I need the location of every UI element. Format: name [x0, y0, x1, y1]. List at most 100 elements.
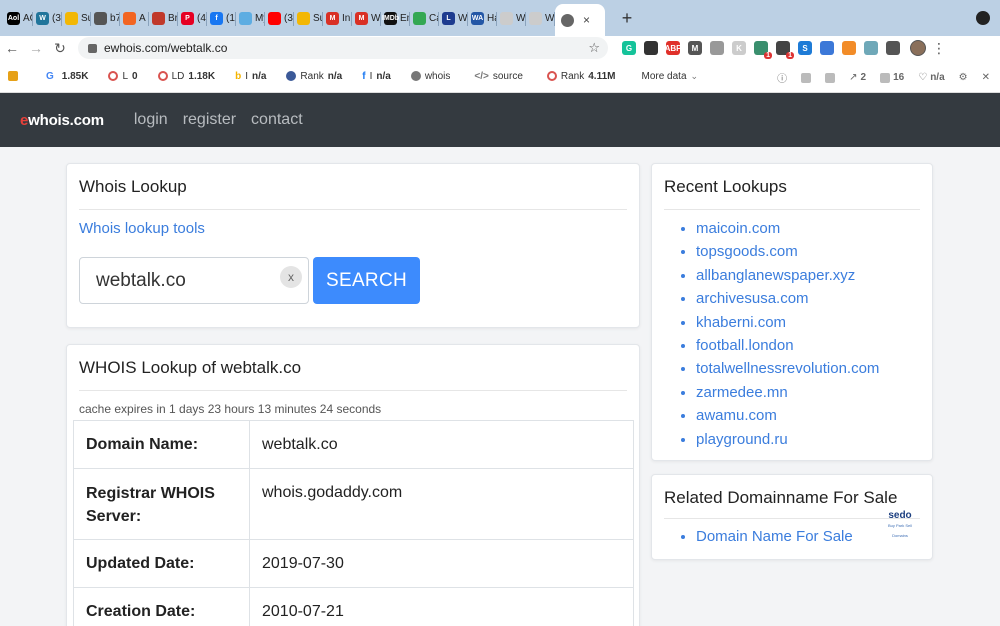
- nav-contact-link[interactable]: contact: [251, 111, 303, 129]
- domain-search-input[interactable]: [96, 269, 276, 292]
- browser-tab[interactable]: MWe: [352, 3, 381, 33]
- browser-tab[interactable]: f(19: [207, 3, 236, 33]
- recent-lookup-link[interactable]: allbanglanewspaper.xyz: [696, 267, 855, 284]
- extension-label: S: [802, 43, 808, 53]
- sedo-logo-text: sedo: [888, 510, 912, 521]
- tab-search-icon[interactable]: [976, 11, 990, 25]
- ext-icon[interactable]: [710, 41, 724, 55]
- browser-tab[interactable]: LWe: [439, 3, 468, 33]
- browser-tab[interactable]: We: [526, 3, 555, 33]
- whois-result-card: WHOIS Lookup of webtalk.co cache expires…: [66, 344, 640, 626]
- lock-icon[interactable]: [88, 43, 97, 53]
- new-tab-button[interactable]: +: [615, 8, 639, 29]
- ext-icon[interactable]: [842, 41, 856, 55]
- ext-icon[interactable]: S: [798, 41, 812, 55]
- recent-lookup-link[interactable]: maicoin.com: [696, 220, 780, 237]
- sedo-logo[interactable]: sedo Buy Park Sell Domains: [880, 511, 920, 541]
- seo-metric[interactable]: b In/a: [235, 71, 266, 82]
- tab-favicon-icon: W: [36, 11, 49, 25]
- ext-icon[interactable]: [644, 41, 658, 55]
- forward-arrow-icon[interactable]: →: [24, 40, 48, 56]
- ext-icon[interactable]: 1: [776, 41, 794, 59]
- recent-lookup-link[interactable]: archivesusa.com: [696, 290, 809, 307]
- seo-metric[interactable]: Rank n/a: [286, 71, 342, 82]
- extension-label: K: [736, 43, 742, 53]
- seo-metric[interactable]: LD 1.18K: [157, 70, 215, 82]
- seo-metric-icon: f: [362, 70, 366, 82]
- browser-tab[interactable]: b7: [91, 3, 120, 33]
- site-logo-text: whois.com: [28, 111, 104, 129]
- back-arrow-icon[interactable]: ←: [0, 40, 24, 56]
- browser-tab[interactable]: A C: [120, 3, 149, 33]
- ext-icon[interactable]: [864, 41, 878, 55]
- external-links-counter[interactable]: ↗ 2: [849, 72, 866, 83]
- info-icon[interactable]: ⓘ: [777, 70, 787, 85]
- browser-tab[interactable]: Brit: [149, 3, 178, 33]
- settings-gear-icon[interactable]: ⚙: [959, 72, 968, 83]
- recent-lookup-link[interactable]: football.london: [696, 337, 794, 354]
- ext-icon[interactable]: K: [732, 41, 746, 55]
- tab-favicon-icon: M: [355, 11, 368, 25]
- browser-tab[interactable]: P(40: [178, 3, 207, 33]
- tab-label: My: [255, 12, 265, 24]
- more-data-dropdown[interactable]: More data ⌄: [641, 71, 698, 82]
- seo-metric[interactable]: Rank 4.11M: [546, 71, 615, 82]
- browser-tab[interactable]: IMDbEnt: [381, 3, 410, 33]
- seo-metric[interactable]: f In/a: [362, 71, 391, 82]
- profile-avatar[interactable]: [910, 40, 926, 56]
- rating-indicator[interactable]: ♡ n/a: [918, 72, 944, 83]
- close-toolbar-icon[interactable]: ✕: [982, 72, 990, 83]
- browser-tab[interactable]: AolAO: [4, 3, 33, 33]
- clear-search-icon[interactable]: x: [280, 266, 302, 288]
- nav-login-link[interactable]: login: [134, 111, 168, 129]
- browser-menu-icon[interactable]: ⋮: [932, 40, 946, 57]
- pages-counter[interactable]: 16: [880, 72, 904, 83]
- seo-metric[interactable]: whois: [410, 71, 455, 82]
- monitor-icon[interactable]: [801, 72, 812, 83]
- seo-metric[interactable]: </> source: [474, 71, 526, 82]
- browser-tab[interactable]: W(35: [33, 3, 62, 33]
- browser-tab[interactable]: We: [497, 3, 526, 33]
- browser-tab[interactable]: Ca: [410, 3, 439, 33]
- ext-icon[interactable]: [820, 41, 834, 55]
- recent-lookup-link[interactable]: totalwellnessrevolution.com: [696, 360, 879, 377]
- recent-lookup-link[interactable]: playground.ru: [696, 431, 788, 448]
- seo-metric-icon: [410, 71, 421, 81]
- ext-icon[interactable]: 1: [754, 41, 772, 59]
- tab-favicon-icon: Aol: [7, 11, 20, 25]
- whois-lookup-title: Whois Lookup: [79, 177, 187, 196]
- recent-lookup-link[interactable]: khaberni.com: [696, 314, 786, 331]
- seo-metric[interactable]: L0: [108, 71, 138, 82]
- domain-for-sale-link[interactable]: Domain Name For Sale: [696, 528, 853, 545]
- bookmark-star-icon[interactable]: ☆: [588, 40, 600, 56]
- seo-metric-label: LD: [171, 70, 185, 82]
- whois-tools-link[interactable]: Whois lookup tools: [79, 220, 205, 237]
- search-button[interactable]: SEARCH: [313, 257, 420, 304]
- close-tab-icon[interactable]: ×: [583, 13, 590, 27]
- browser-tab[interactable]: (35: [265, 3, 294, 33]
- puzzle-icon[interactable]: [886, 41, 900, 55]
- browser-tab[interactable]: Sul: [294, 3, 323, 33]
- domain-search-field[interactable]: x: [79, 257, 309, 304]
- recent-lookup-link[interactable]: awamu.com: [696, 407, 777, 424]
- site-logo[interactable]: ewhois.com: [20, 112, 104, 129]
- grammarly-icon[interactable]: G: [622, 41, 636, 55]
- browser-tab[interactable]: MInb: [323, 3, 352, 33]
- recent-lookup-link[interactable]: zarmedee.mn: [696, 384, 788, 401]
- reload-icon[interactable]: ↻: [48, 40, 72, 57]
- adblock-icon[interactable]: ABP: [665, 41, 681, 55]
- active-browser-tab[interactable]: ×: [555, 4, 605, 36]
- address-bar[interactable]: ewhois.com/webtalk.co ☆: [78, 37, 608, 59]
- whois-key: Creation Date:: [73, 587, 250, 626]
- stats-icon[interactable]: [825, 72, 836, 83]
- ext-icon[interactable]: M: [688, 41, 702, 55]
- nav-register-link[interactable]: register: [183, 111, 236, 129]
- recent-lookup-link[interactable]: topsgoods.com: [696, 243, 798, 260]
- seo-logo-icon[interactable]: [8, 71, 18, 81]
- whois-key: Registrar WHOIS Server:: [73, 468, 250, 540]
- browser-tab[interactable]: WAHa: [468, 3, 497, 33]
- browser-tab[interactable]: My: [236, 3, 265, 33]
- tab-favicon-icon: [152, 11, 165, 25]
- seo-metric[interactable]: G 1.85K: [46, 71, 88, 82]
- browser-tab[interactable]: Sul: [62, 3, 91, 33]
